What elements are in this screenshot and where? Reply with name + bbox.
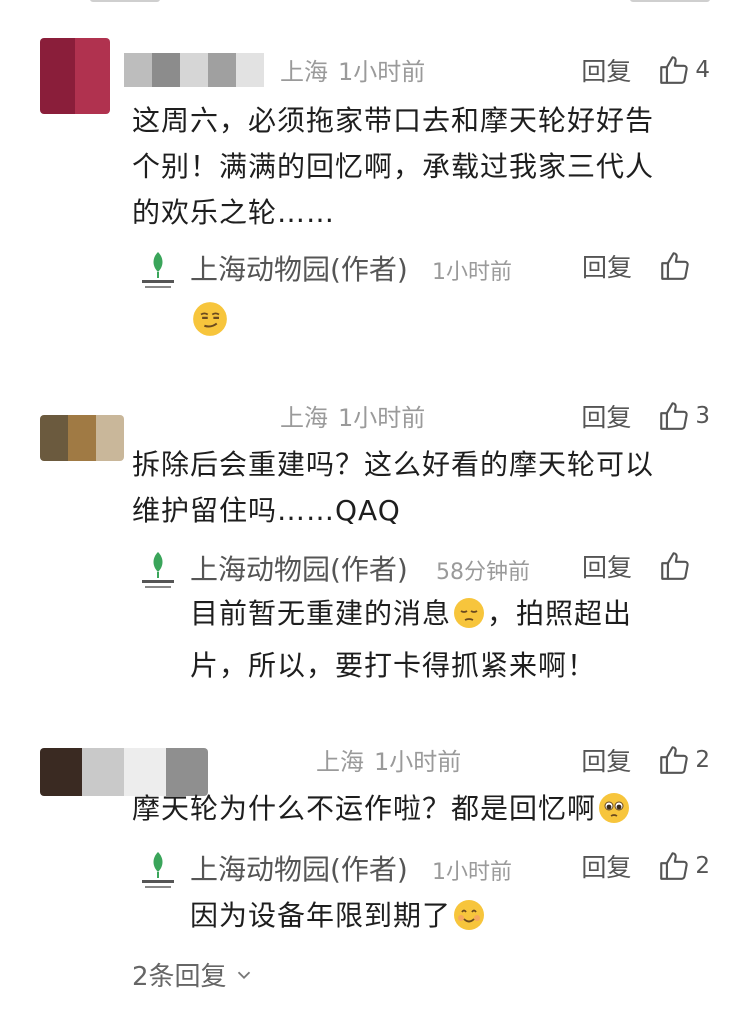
view-more-replies-button[interactable]: 2条回复 — [132, 956, 255, 993]
like-button[interactable] — [658, 549, 710, 583]
like-button[interactable]: 2 — [657, 743, 710, 777]
comment-text-line: 摩天轮为什么不运作啦？都是回忆啊 — [132, 792, 597, 825]
comment-location: 上海 — [316, 748, 364, 776]
comment-time: 1小时前 — [338, 404, 426, 432]
comment-location: 上海 — [280, 404, 328, 432]
thumbs-up-icon — [661, 552, 689, 580]
reply-time: 1小时前 — [432, 860, 512, 885]
reply-author[interactable]: 上海动物园(作者) — [190, 248, 408, 288]
thumbs-up-icon — [660, 746, 689, 774]
reply-text: 因为设备年限到期了 — [190, 890, 690, 942]
like-button[interactable] — [658, 249, 710, 283]
reply-text-line: 因为设备年限到期了 — [190, 899, 452, 932]
reply-time: 58分钟前 — [436, 560, 530, 585]
comment-meta: 上海 1小时前 — [270, 398, 425, 433]
avatar[interactable] — [40, 38, 110, 114]
reply-text-line: ，拍照超出 — [487, 597, 633, 630]
reply-actions: 回复 — [582, 248, 710, 284]
reply-button[interactable]: 回复 — [581, 742, 631, 778]
comment-actions: 回复 3 — [581, 398, 710, 434]
like-count: 4 — [695, 57, 710, 83]
blurred-username — [124, 52, 264, 87]
comment-time: 1小时前 — [338, 58, 426, 86]
reply-author[interactable]: 上海动物园(作者) — [190, 848, 408, 888]
reply-actions: 回复 2 — [581, 848, 710, 884]
comment-text-line: 拆除后会重建吗？这么好看的摩天轮可以 — [132, 448, 655, 481]
reply-time: 1小时前 — [432, 260, 512, 285]
zoo-logo-icon — [142, 852, 174, 888]
reply-author[interactable]: 上海动物园(作者) — [190, 548, 408, 588]
reply-button[interactable]: 回复 — [582, 548, 632, 584]
thumbs-up-icon — [660, 56, 689, 84]
comment-text-line: 个别！满满的回忆啊，承载过我家三代人 — [132, 150, 655, 183]
reply-text: 目前暂无重建的消息 ，拍照超出 片，所以，要打卡得抓紧来啊！ — [190, 588, 690, 692]
comment-text: 拆除后会重建吗？这么好看的摩天轮可以 维护留住吗……QAQ — [132, 442, 712, 534]
comment-text: 摩天轮为什么不运作啦？都是回忆啊 — [132, 786, 712, 832]
comment-location: 上海 — [280, 58, 328, 86]
reply-button[interactable]: 回复 — [582, 248, 632, 284]
like-count: 2 — [695, 747, 710, 773]
avatar[interactable] — [40, 415, 124, 461]
like-button[interactable]: 3 — [657, 399, 710, 433]
reply-button[interactable]: 回复 — [581, 52, 631, 88]
zoo-logo-icon — [142, 552, 174, 588]
reply-text-line: 片，所以，要打卡得抓紧来啊！ — [190, 649, 597, 682]
thumbs-up-icon — [661, 252, 689, 280]
comment-text-line: 维护留住吗……QAQ — [132, 494, 401, 527]
comment-time: 1小时前 — [374, 748, 462, 776]
pleading-face-emoji — [599, 793, 630, 823]
pensive-face-emoji — [454, 598, 485, 628]
comment-text-line: 这周六，必须拖家带口去和摩天轮好好告 — [132, 104, 655, 137]
like-button[interactable]: 4 — [657, 53, 710, 87]
comment-text: 这周六，必须拖家带口去和摩天轮好好告 个别！满满的回忆啊，承载过我家三代人 的欢… — [132, 98, 712, 236]
cropped-previous-row — [0, 0, 750, 6]
like-count: 3 — [695, 403, 710, 429]
chevron-down-icon — [237, 971, 250, 979]
comment-meta: 上海 1小时前 — [306, 742, 461, 777]
reply-actions: 回复 — [582, 548, 710, 584]
reply-button[interactable]: 回复 — [581, 848, 631, 884]
comment-meta: 上海 1小时前 — [124, 52, 425, 87]
smirk-face-emoji — [193, 302, 227, 336]
comment-text-line: 的欢乐之轮…… — [132, 196, 336, 229]
comment-actions: 回复 2 — [581, 742, 710, 778]
more-replies-label: 2条回复 — [132, 962, 227, 992]
reply-button[interactable]: 回复 — [581, 398, 631, 434]
thumbs-up-icon — [660, 852, 689, 880]
like-count: 2 — [695, 853, 710, 879]
like-button[interactable]: 2 — [657, 849, 710, 883]
thumbs-up-icon — [660, 402, 689, 430]
reply-text-line: 目前暂无重建的消息 — [190, 597, 452, 630]
comment-actions: 回复 4 — [581, 52, 710, 88]
smiling-face-emoji — [454, 900, 485, 930]
zoo-logo-icon — [142, 252, 174, 288]
reply-text — [190, 296, 690, 348]
